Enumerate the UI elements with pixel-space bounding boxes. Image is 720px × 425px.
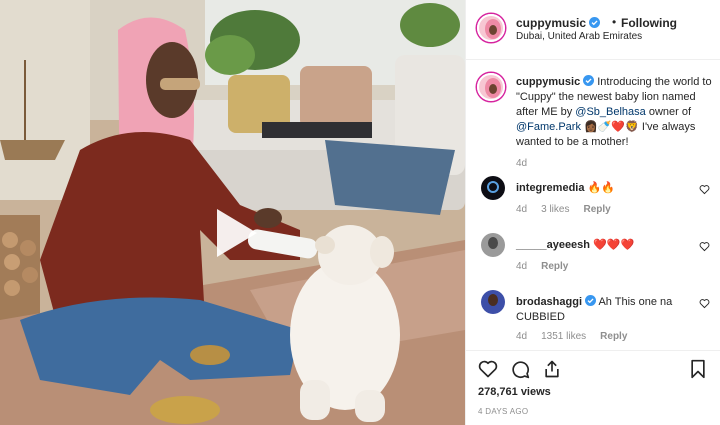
comment-username[interactable]: brodashaggi [516,296,582,308]
bookmark-icon[interactable] [688,359,708,379]
post-username[interactable]: cuppymusic [516,16,601,30]
comment-meta: 4d Reply [516,261,582,272]
avatar-image [481,290,505,314]
comment-body: 🔥🔥 [587,182,615,194]
avatar-image [479,75,503,99]
comment-meta: 4d 3 likes Reply [516,204,625,215]
verified-badge-icon [583,75,595,86]
caption-username[interactable]: cuppymusic [516,76,580,88]
instagram-post: cuppymusic • Following Dubai, United Ara… [0,0,720,425]
play-button[interactable] [207,206,261,260]
caption-timestamp[interactable]: 4d [516,158,527,169]
avatar-image [481,176,505,200]
reply-button[interactable]: Reply [583,204,610,215]
caption-emojis: 👩🏾🍼❤️🦁 [584,121,639,133]
comment-item: integremedia 🔥🔥 4d 3 likes Reply [477,176,717,226]
comment-item: brodashaggi Ah This one na CUBBIED 4d 135… [477,290,717,342]
following-button[interactable]: Following [621,16,677,30]
post-header: cuppymusic • Following Dubai, United Ara… [466,0,720,60]
share-icon[interactable] [542,359,562,379]
location-link[interactable]: Dubai, United Arab Emirates [516,31,642,42]
caption-text: cuppymusic Introducing the world to "Cup… [516,75,718,150]
post-actions: 278,761 views 4 DAYS AGO [466,350,720,425]
post-timestamp[interactable]: 4 DAYS AGO [478,407,528,416]
mention-link[interactable]: @Sb_Belhasa [575,106,646,118]
comment-meta: 4d 1351 likes Reply [516,331,641,342]
avatar[interactable] [477,14,505,42]
heart-icon[interactable] [699,184,710,195]
comment-username[interactable]: _____ayeeesh [516,239,590,251]
post-side-panel: cuppymusic • Following Dubai, United Ara… [465,0,720,425]
comment-text: _____ayeeesh ❤️❤️❤️ [516,238,691,253]
comment-avatar[interactable] [481,176,505,200]
comment-avatar[interactable] [481,290,505,314]
comment-likes[interactable]: 3 likes [541,204,569,215]
comment-likes[interactable]: 1351 likes [541,331,586,342]
post-video[interactable] [0,0,465,425]
verified-badge-icon [589,17,601,28]
comment-text: brodashaggi Ah This one na CUBBIED [516,295,691,325]
post-username-text[interactable]: cuppymusic [516,16,586,30]
comment-text: integremedia 🔥🔥 [516,181,691,196]
view-count[interactable]: 278,761 views [478,386,551,398]
caption-part2: owner of [645,106,692,118]
reply-button[interactable]: Reply [600,331,627,342]
avatar-image [481,233,505,257]
separator-dot: • [612,15,617,29]
avatar-image [479,16,503,40]
comment-username[interactable]: integremedia [516,182,584,194]
caption-avatar[interactable] [477,73,505,101]
comment-age[interactable]: 4d [516,331,527,342]
mention-link[interactable]: @Fame.Park [516,121,581,133]
heart-icon[interactable] [699,241,710,252]
heart-icon[interactable] [478,359,498,379]
comment-avatar[interactable] [481,233,505,257]
comment-age[interactable]: 4d [516,204,527,215]
reply-button[interactable]: Reply [541,261,568,272]
verified-badge-icon [585,295,597,306]
heart-icon[interactable] [699,298,710,309]
play-icon [217,209,257,257]
comment-age[interactable]: 4d [516,261,527,272]
comment-body: ❤️❤️❤️ [593,239,635,251]
comment-item: _____ayeeesh ❤️❤️❤️ 4d Reply [477,233,717,283]
comment-icon[interactable] [510,359,530,379]
